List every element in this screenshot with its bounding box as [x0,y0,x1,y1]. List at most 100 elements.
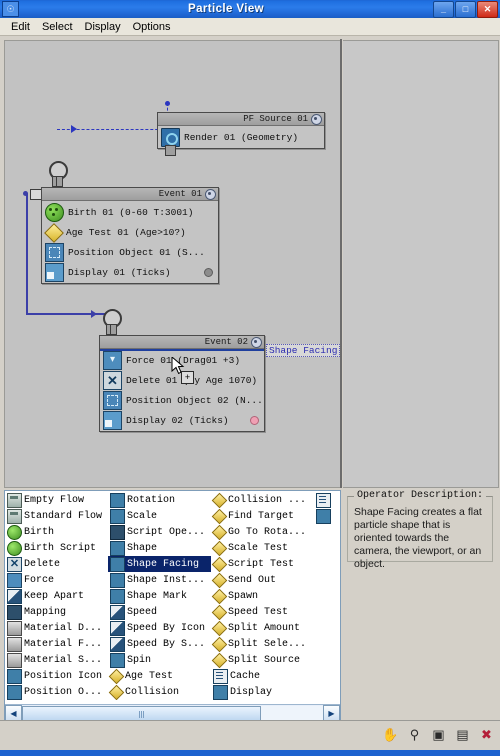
node-row-label: Age Test 01 (Age>10?) [66,226,186,238]
shape-facing-icon [110,556,125,572]
display-icon [45,262,64,282]
menu-edit[interactable]: Edit [6,20,37,34]
operator-description-group: Operator Description: Shape Facing creat… [347,490,493,570]
display-icon [103,410,122,430]
depot-item-spawn[interactable]: Spawn [211,588,314,604]
node-row-position-object-01[interactable]: Position Object 01 (S... [42,242,218,262]
depot-item-notes[interactable] [314,492,340,508]
depot-item-position-icon[interactable]: Position Icon [5,668,108,684]
depot-item-material-static[interactable]: Material S... [5,652,108,668]
depot-item-collision[interactable]: Collision [108,684,211,700]
depot-item-display[interactable]: Display [211,684,314,700]
display-02-color-swatch[interactable] [250,416,259,425]
depot-item-find-target[interactable]: Find Target [211,508,314,524]
depot-item-birth-script[interactable]: Birth Script [5,540,108,556]
node-header-event-02[interactable]: Event 02 [100,336,264,349]
depot-item-scale-test[interactable]: Scale Test [211,540,314,556]
depot-item-shape-instance[interactable]: Shape Inst... [108,572,211,588]
depot-item-force[interactable]: Force [5,572,108,588]
particle-flow-canvas[interactable]: PF Source 01 Render 01 (Geometry) Event … [4,40,340,488]
gear-icon[interactable] [251,336,262,348]
minimize-button[interactable]: _ [433,0,454,18]
depot-item-material-dynamic[interactable]: Material D... [5,620,108,636]
depot-list[interactable]: Empty Flow Standard Flow Birth Birth Scr… [4,490,341,722]
depot-item-mapping[interactable]: Mapping [5,604,108,620]
scroll-track[interactable] [22,706,323,721]
depot-item-speed-by-icon[interactable]: Speed By Icon [108,620,211,636]
depot-item-empty-flow[interactable]: Empty Flow [5,492,108,508]
pfsource-out-dot [165,101,170,106]
depot-item-shape[interactable]: Shape [108,540,211,556]
scroll-left-button[interactable]: ◀ [5,705,22,721]
menu-display[interactable]: Display [80,20,128,34]
depot-item-cache[interactable]: Cache [211,668,314,684]
empty-flow-icon [7,492,22,508]
depot-horizontal-scrollbar[interactable]: ◀ ▶ [5,704,340,721]
zoom-magnifier-icon[interactable]: ⚲ [405,725,424,744]
depot-item-speed-by-surface[interactable]: Speed By S... [108,636,211,652]
wire-arrow-event01 [71,125,77,133]
shape-icon [110,540,125,556]
depot-item-script-test[interactable]: Script Test [211,556,314,572]
depot-item-speed-test[interactable]: Speed Test [211,604,314,620]
zoom-extents-icon[interactable]: ▤ [453,725,472,744]
depot-item-go-to-rotation[interactable]: Go To Rota... [211,524,314,540]
node-header-event-01[interactable]: Event 01 [42,188,218,201]
depot-item-material-frequency[interactable]: Material F... [5,636,108,652]
node-row-render-01[interactable]: Render 01 (Geometry) [158,127,324,147]
wire-agetest-vertical [26,193,28,315]
node-row-label: Render 01 (Geometry) [184,131,299,143]
node-row-age-test-01[interactable]: Age Test 01 (Age>10?) [42,222,218,242]
depot-item-spin[interactable]: Spin [108,652,211,668]
depot-item-speed[interactable]: Speed [108,604,211,620]
pan-hand-icon[interactable]: ✋ [381,725,400,744]
node-pf-source-01[interactable]: PF Source 01 Render 01 (Geometry) [157,112,325,149]
node-body-event-01: Birth 01 (0-60 T:3001) Age Test 01 (Age>… [42,201,218,283]
depot-item-script-operator[interactable]: Script Ope... [108,524,211,540]
node-header-pf-source-01[interactable]: PF Source 01 [158,113,324,126]
zoom-region-icon[interactable]: ▣ [429,725,448,744]
menu-options[interactable]: Options [128,20,178,34]
depot-column-2: Rotation Scale Script Ope... Shape Shape… [108,491,211,703]
particle-view-window: ☉ Particle View _ □ ✕ Edit Select Displa… [0,0,500,756]
display-01-color-swatch[interactable] [204,268,213,277]
depot-item-render[interactable] [314,508,340,524]
depot-item-split-selected[interactable]: Split Sele... [211,636,314,652]
scroll-right-button[interactable]: ▶ [323,705,340,721]
depot-column-3: Collision ... Find Target Go To Rota... … [211,491,314,703]
gear-icon[interactable] [311,113,322,125]
depot-item-scale[interactable]: Scale [108,508,211,524]
node-row-label: Birth 01 (0-60 T:3001) [68,206,194,218]
depot-item-rotation[interactable]: Rotation [108,492,211,508]
close-button[interactable]: ✕ [477,0,498,18]
depot-item-birth[interactable]: Birth [5,524,108,540]
depot-item-age-test[interactable]: Age Test [108,668,211,684]
node-row-display-02[interactable]: Display 02 (Ticks) [100,410,264,430]
zoom-extents-selected-icon[interactable]: ✖ [477,725,496,744]
depot-item-send-out[interactable]: Send Out [211,572,314,588]
depot-item-delete[interactable]: ✕ Delete [5,556,108,572]
node-row-position-object-02[interactable]: Position Object 02 (N... [100,390,264,410]
canvas-panel-divider[interactable] [340,39,342,488]
depot-item-collision-spawn[interactable]: Collision ... [211,492,314,508]
depot-item-shape-facing[interactable]: Shape Facing [108,556,211,572]
window-system-icon[interactable]: ☉ [2,1,19,17]
depot-item-shape-mark[interactable]: Shape Mark [108,588,211,604]
agetest-out-dot [23,191,28,196]
depot-item-split-source[interactable]: Split Source [211,652,314,668]
depot-item-position-object[interactable]: Position O... [5,684,108,700]
maximize-button[interactable]: □ [455,0,476,18]
age-test-icon [45,224,62,241]
depot-column-4 [314,491,340,703]
gear-icon[interactable] [205,188,216,200]
window-bottom-frame [0,750,500,756]
node-event-01[interactable]: Event 01 Birth 01 (0-60 T:3001) Age Test… [41,187,219,284]
node-row-display-01[interactable]: Display 01 (Ticks) [42,262,218,282]
event01-stub [52,176,63,187]
operator-description-panel: Operator Description: Shape Facing creat… [343,490,498,720]
menu-select[interactable]: Select [37,20,80,34]
depot-item-split-amount[interactable]: Split Amount [211,620,314,636]
depot-item-keep-apart[interactable]: Keep Apart [5,588,108,604]
depot-item-standard-flow[interactable]: Standard Flow [5,508,108,524]
node-row-birth-01[interactable]: Birth 01 (0-60 T:3001) [42,202,218,222]
